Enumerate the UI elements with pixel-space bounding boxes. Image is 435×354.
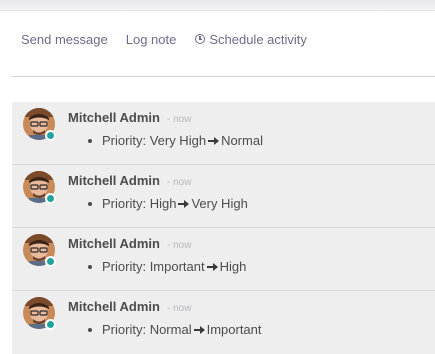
online-status-dot <box>45 319 56 330</box>
tracking-new-value: High <box>219 259 247 274</box>
message-item: Mitchell Admin - now Priority: Very High… <box>12 102 435 165</box>
author-name[interactable]: Mitchell Admin <box>68 299 160 314</box>
tracking-field-label: Priority: <box>102 133 147 148</box>
tracking-field-label: Priority: <box>102 196 147 211</box>
author-name[interactable]: Mitchell Admin <box>68 173 160 188</box>
schedule-activity-label: Schedule activity <box>209 31 307 47</box>
author-name[interactable]: Mitchell Admin <box>68 110 160 125</box>
tracking-old-value: Important <box>149 259 205 274</box>
send-message-button[interactable]: Send message <box>21 32 108 47</box>
toolbar-divider <box>12 76 435 77</box>
top-edge-strip <box>0 0 435 11</box>
online-status-dot <box>45 130 56 141</box>
tracking-value: Priority: High Very High <box>88 196 248 211</box>
tracking-field-label: Priority: <box>102 259 147 274</box>
tracking-old-value: Normal <box>149 322 192 337</box>
message-date: - now <box>166 303 192 314</box>
tracking-field-label: Priority: <box>102 322 147 337</box>
message-date: - now <box>166 240 192 251</box>
bullet <box>88 327 92 332</box>
tracking-value: Priority: Normal Important <box>88 322 262 337</box>
tracking-value: Priority: Important High <box>88 259 246 274</box>
long-arrow-right-icon <box>178 199 190 208</box>
long-arrow-right-icon <box>193 325 205 334</box>
message-thread: Mitchell Admin - now Priority: Very High… <box>12 102 435 354</box>
tracking-new-value: Normal <box>221 133 263 148</box>
chatter-toolbar: Send message Log note Schedule activity <box>21 31 307 47</box>
tracking-old-value: High <box>149 196 177 211</box>
message-item: Mitchell Admin - now Priority: Normal Im… <box>12 291 435 354</box>
schedule-activity-button[interactable]: Schedule activity <box>195 32 307 47</box>
long-arrow-right-icon <box>206 262 218 271</box>
message-item: Mitchell Admin - now Priority: High Very… <box>12 165 435 228</box>
long-arrow-right-icon <box>208 136 220 145</box>
bullet <box>88 138 92 143</box>
message-date: - now <box>166 114 192 125</box>
bullet <box>88 201 92 206</box>
message-item: Mitchell Admin - now Priority: Important… <box>12 228 435 291</box>
author-line: Mitchell Admin - now <box>68 236 191 251</box>
author-line: Mitchell Admin - now <box>68 299 191 314</box>
online-status-dot <box>45 193 56 204</box>
tracking-old-value: Very High <box>149 133 207 148</box>
author-line: Mitchell Admin - now <box>68 110 191 125</box>
log-note-button[interactable]: Log note <box>126 32 177 47</box>
online-status-dot <box>45 256 56 267</box>
tracking-new-value: Very High <box>191 196 248 211</box>
clock-icon <box>195 34 206 44</box>
message-date: - now <box>166 177 192 188</box>
tracking-new-value: Important <box>206 322 262 337</box>
author-name[interactable]: Mitchell Admin <box>68 236 160 251</box>
tracking-value: Priority: Very High Normal <box>88 133 263 148</box>
bullet <box>88 264 92 269</box>
author-line: Mitchell Admin - now <box>68 173 191 188</box>
